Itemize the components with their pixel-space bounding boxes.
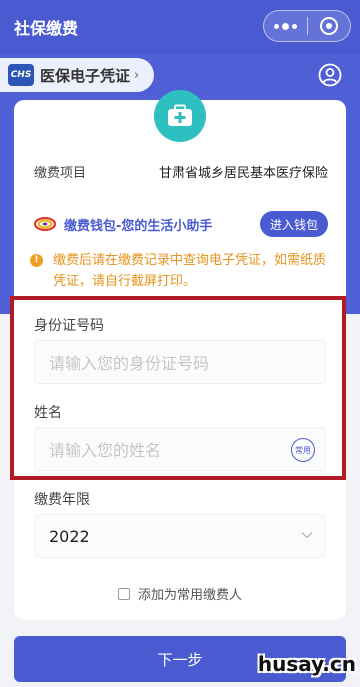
wallet-banner: 缴费钱包-您的生活小助手 进入钱包 bbox=[34, 210, 328, 238]
wallet-logo-icon bbox=[34, 217, 56, 231]
more-dots-icon bbox=[273, 22, 297, 30]
user-profile-icon[interactable] bbox=[318, 63, 342, 87]
chevron-right-icon: › bbox=[134, 67, 140, 83]
more-menu-button[interactable] bbox=[264, 11, 307, 41]
site-watermark: husay.cn bbox=[257, 652, 356, 676]
close-miniprogram-button[interactable] bbox=[308, 11, 351, 41]
payment-year-label: 缴费年限 bbox=[34, 492, 90, 508]
info-icon: ! bbox=[30, 254, 43, 267]
payment-item-label: 缴费项目 bbox=[34, 166, 87, 181]
close-target-icon bbox=[319, 17, 338, 35]
add-common-payer-row[interactable]: 添加为常用缴费人 bbox=[14, 584, 346, 603]
enter-wallet-button[interactable]: 进入钱包 bbox=[259, 211, 328, 237]
payment-year-value: 2022 bbox=[49, 526, 90, 546]
add-common-payer-checkbox[interactable] bbox=[117, 587, 130, 600]
chevron-down-icon bbox=[301, 532, 313, 539]
highlight-annotation bbox=[10, 296, 346, 480]
wallet-slogan: 缴费钱包-您的生活小助手 bbox=[64, 218, 213, 234]
medical-voucher-link[interactable]: CHS 医保电子凭证 › bbox=[0, 58, 154, 92]
app-title: 社保缴费 bbox=[14, 19, 79, 38]
payment-year-select[interactable]: 2022 bbox=[34, 514, 326, 558]
notice-message: ! 缴费后请在缴费记录中查询电子凭证，如需纸质凭证，请自行截屏打印。 bbox=[30, 250, 330, 292]
medical-voucher-label: 医保电子凭证 bbox=[40, 66, 131, 85]
payment-item-value: 甘肃省城乡居民基本医疗保险 bbox=[158, 166, 328, 181]
notice-text: 缴费后请在缴费记录中查询电子凭证，如需纸质凭证，请自行截屏打印。 bbox=[53, 253, 327, 289]
top-bar: 社保缴费 bbox=[0, 0, 360, 54]
add-common-payer-label: 添加为常用缴费人 bbox=[137, 588, 242, 603]
payment-item-row: 缴费项目 甘肃省城乡居民基本医疗保险 bbox=[34, 162, 328, 181]
miniprogram-capsule bbox=[263, 10, 351, 42]
medical-kit-icon bbox=[154, 90, 206, 142]
chs-logo: CHS bbox=[8, 64, 34, 86]
